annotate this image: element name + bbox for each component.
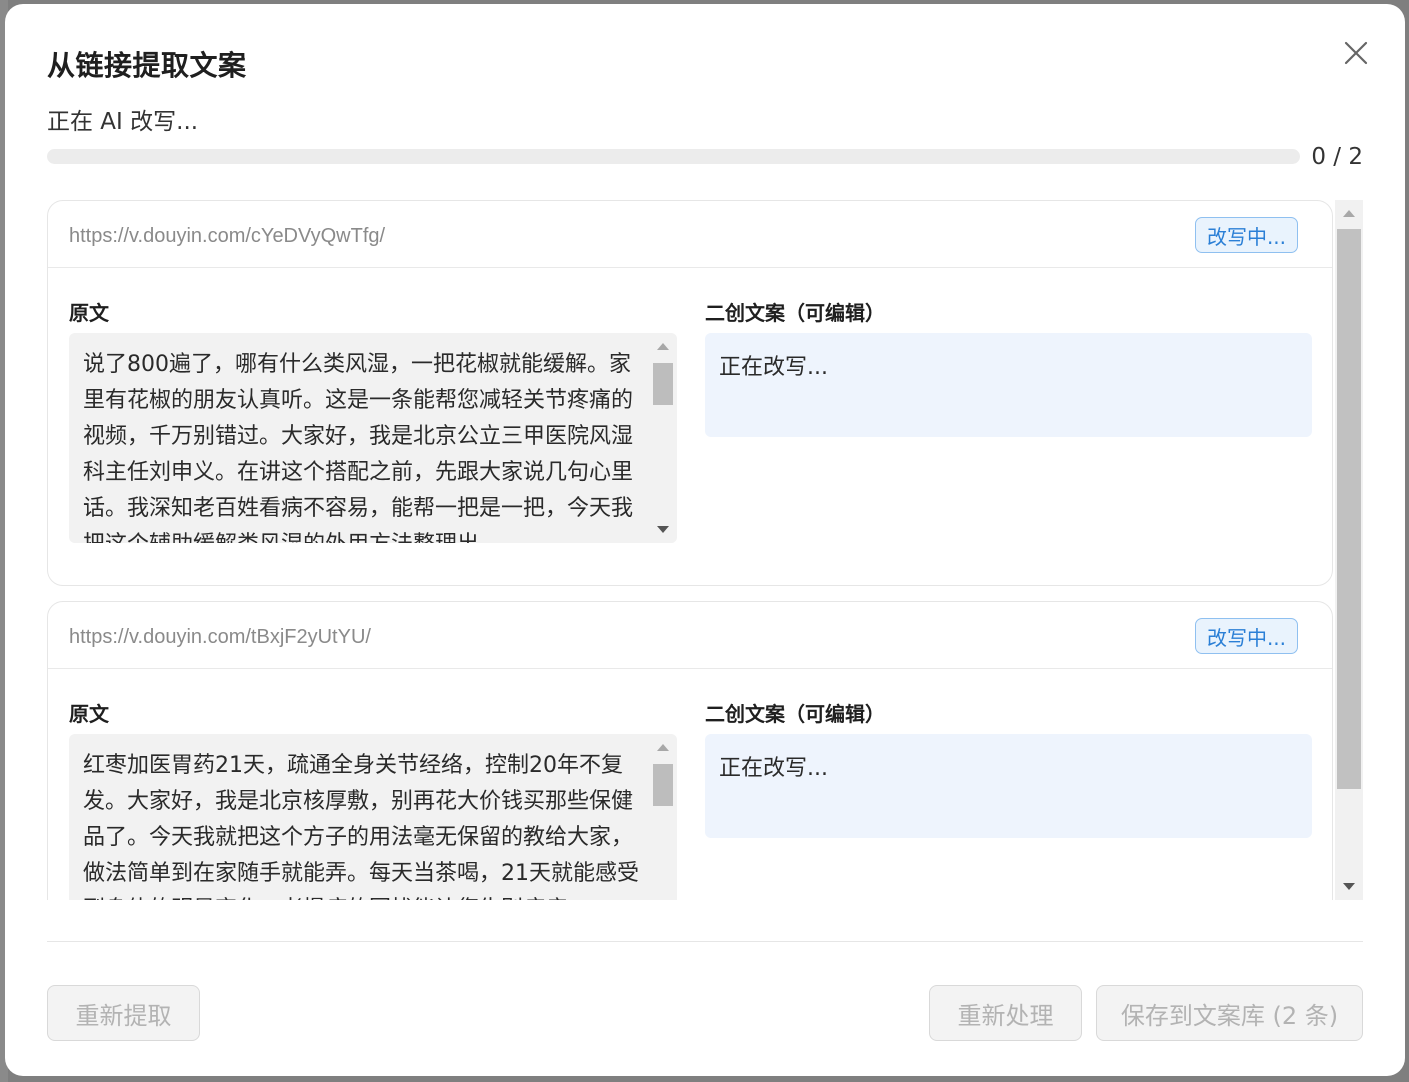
result-card: https://v.douyin.com/tBxjF2yUtYU/ 改写中...…: [47, 601, 1333, 900]
original-label: 原文: [69, 301, 109, 325]
original-text-box[interactable]: 红枣加医胃药21天，疏通全身关节经络，控制20年不复发。大家好，我是北京核厚敷，…: [69, 734, 677, 900]
scroll-thumb[interactable]: [1337, 229, 1361, 789]
status-badge: 改写中...: [1195, 217, 1298, 253]
rewrite-label: 二创文案（可编辑）: [705, 702, 885, 726]
card-url: https://v.douyin.com/cYeDVyQwTfg/: [69, 225, 386, 247]
scroll-up-icon[interactable]: [657, 343, 669, 350]
rewrite-text: 正在改写...: [719, 355, 828, 380]
close-icon: [1344, 41, 1368, 65]
original-scrollbar[interactable]: [649, 333, 677, 543]
rewrite-textarea[interactable]: 正在改写...: [705, 333, 1312, 437]
original-text-box[interactable]: 说了800遍了，哪有什么类风湿，一把花椒就能缓解。家里有花椒的朋友认真听。这是一…: [69, 333, 677, 543]
footer-divider: [47, 941, 1363, 942]
scroll-thumb[interactable]: [653, 764, 673, 806]
status-badge: 改写中...: [1195, 618, 1298, 654]
original-text: 说了800遍了，哪有什么类风湿，一把花椒就能缓解。家里有花椒的朋友认真听。这是一…: [83, 352, 634, 543]
extract-dialog: 从链接提取文案 正在 AI 改写... 0 / 2 https://v.douy…: [5, 4, 1405, 1076]
results-list: https://v.douyin.com/cYeDVyQwTfg/ 改写中...…: [47, 200, 1363, 900]
rewrite-label: 二创文案（可编辑）: [705, 301, 885, 325]
card-url: https://v.douyin.com/tBxjF2yUtYU/: [69, 626, 371, 648]
scroll-thumb[interactable]: [653, 363, 673, 405]
original-label: 原文: [69, 702, 109, 726]
scroll-down-icon[interactable]: [1343, 883, 1355, 890]
progress-count: 0 / 2: [1311, 144, 1363, 170]
status-text: 正在 AI 改写...: [47, 109, 199, 135]
dialog-title: 从链接提取文案: [47, 49, 247, 82]
card-header: https://v.douyin.com/tBxjF2yUtYU/ 改写中...: [48, 602, 1332, 669]
rewrite-textarea[interactable]: 正在改写...: [705, 734, 1312, 838]
rewrite-text: 正在改写...: [719, 756, 828, 781]
save-to-library-button[interactable]: 保存到文案库 (2 条): [1096, 985, 1363, 1041]
close-button[interactable]: [1341, 38, 1371, 68]
original-scrollbar[interactable]: [649, 734, 677, 900]
scroll-down-icon[interactable]: [657, 526, 669, 533]
progress-bar: [47, 149, 1300, 164]
scroll-up-icon[interactable]: [1343, 210, 1355, 217]
result-card: https://v.douyin.com/cYeDVyQwTfg/ 改写中...…: [47, 200, 1333, 586]
retry-extract-button[interactable]: 重新提取: [47, 985, 200, 1041]
card-header: https://v.douyin.com/cYeDVyQwTfg/ 改写中...: [48, 201, 1332, 268]
list-scrollbar[interactable]: [1335, 200, 1363, 900]
original-text: 红枣加医胃药21天，疏通全身关节经络，控制20年不复发。大家好，我是北京核厚敷，…: [83, 753, 639, 900]
reprocess-button[interactable]: 重新处理: [929, 985, 1082, 1041]
scroll-up-icon[interactable]: [657, 744, 669, 751]
